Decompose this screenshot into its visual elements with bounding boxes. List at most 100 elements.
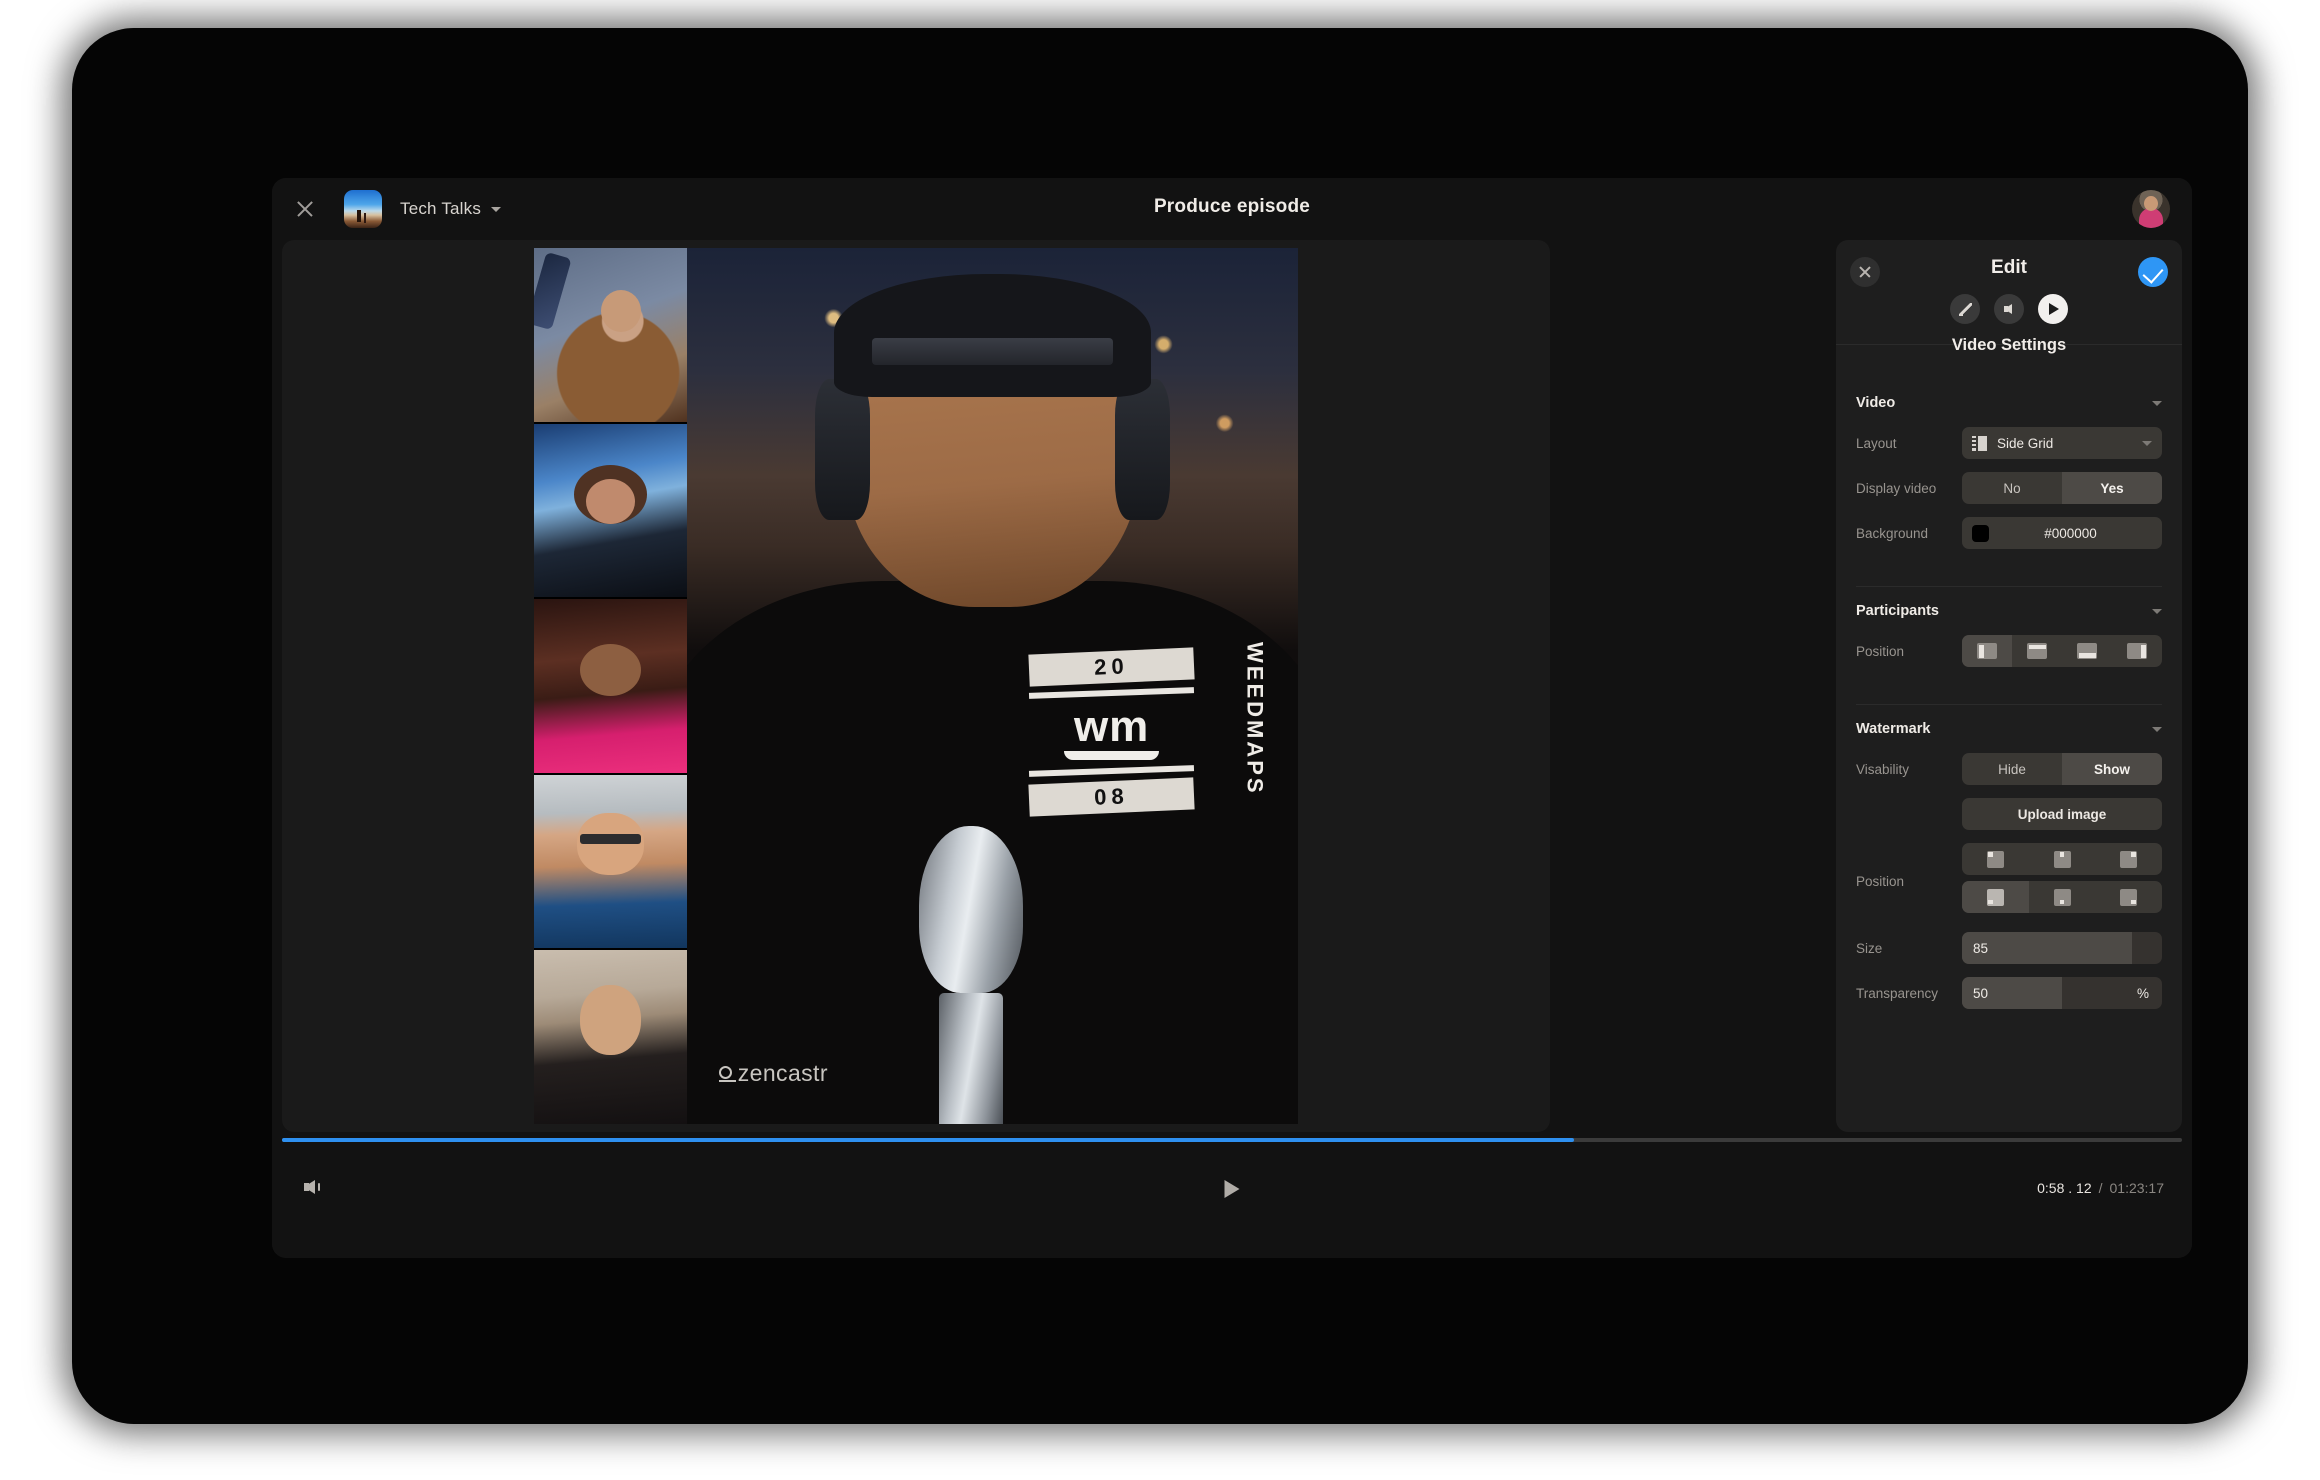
volume-icon[interactable] [304,1180,315,1194]
shirt-rule-top [1029,687,1194,699]
settings-subtitle: Video Settings [1836,336,2182,355]
size-slider[interactable]: 85 [1962,932,2162,964]
upload-image-button[interactable]: Upload image [1962,798,2162,830]
section-header-watermark[interactable]: Watermark [1856,721,2162,737]
participants-position-right[interactable] [2112,635,2162,667]
microphone [919,826,1023,1124]
shirt-graphic: 20 wm 08 [1029,651,1194,813]
watermark-position-bottom-center[interactable] [2029,881,2096,913]
layout-value: Side Grid [1997,436,2053,451]
field-label-background: Background [1856,526,1962,541]
layout-top-icon [2027,643,2047,659]
shirt-logo: wm [1029,705,1194,749]
participant-tile[interactable] [534,424,687,600]
main-speaker-tile[interactable]: 20 wm 08 WEEDMAPS zencastr [687,248,1298,1124]
participant-tile[interactable] [534,950,687,1124]
layout-right-icon [2127,643,2147,659]
watermark-position-row-top [1962,843,2162,875]
shirt-brand: WEEDMAPS [1241,642,1267,796]
play-button[interactable] [1225,1180,1240,1198]
edit-settings-panel: Edit Video Settings [1836,240,2182,1132]
corner-bottom-left-icon [1987,889,2004,906]
side-grid-icon [1972,436,1987,451]
display-video-option-yes[interactable]: Yes [2062,472,2162,504]
headphone-right [1115,379,1170,519]
layout-select[interactable]: Side Grid [1962,427,2162,459]
watermark-text: zencastr [738,1060,828,1087]
corner-top-center-icon [2054,851,2071,868]
field-label-display-video: Display video [1856,481,1962,496]
panel-header: Edit Video Settings [1836,240,2182,344]
mode-audio-button[interactable] [1994,294,2024,324]
size-value: 85 [1973,932,1988,964]
field-label-watermark-position: Position [1856,874,1962,889]
field-label-watermark-visibility: Visability [1856,762,1962,777]
watermark-position-top-left[interactable] [1962,843,2029,875]
display-video-option-no[interactable]: No [1962,472,2062,504]
microphone-head [919,826,1023,993]
transparency-value: 50 [1973,977,1988,1009]
chevron-down-icon [2152,609,2162,614]
panel-confirm-button[interactable] [2138,257,2168,287]
panel-divider [1856,586,2162,587]
transparency-slider[interactable]: 50 % [1962,977,2162,1009]
field-background: Background #000000 [1856,517,2162,549]
time-current: 0:58 . 12 [2037,1180,2092,1196]
play-icon [2049,303,2059,315]
participants-position-left[interactable] [1962,635,2012,667]
section-title-participants: Participants [1856,603,1939,619]
watermark-position-top-center[interactable] [2029,843,2096,875]
shirt-year-top: 20 [1029,647,1195,686]
corner-bottom-center-icon [2054,889,2071,906]
participants-position-top[interactable] [2012,635,2062,667]
color-swatch[interactable] [1972,525,1989,542]
field-watermark-position: Position [1856,843,2162,919]
section-header-video[interactable]: Video [1856,395,2162,411]
field-label-size: Size [1856,941,1962,956]
corner-top-left-icon [1987,851,2004,868]
watermark-visibility-show[interactable]: Show [2062,753,2162,785]
time-total: 01:23:17 [2110,1180,2165,1196]
display-video-toggle: No Yes [1962,472,2162,504]
device-frame: Tech Talks Produce episode [72,28,2248,1424]
video-canvas: 20 wm 08 WEEDMAPS zencastr [534,248,1298,1124]
participant-strip [534,248,687,1124]
video-preview-stage: 20 wm 08 WEEDMAPS zencastr [282,240,1550,1132]
mode-edit-button[interactable] [1950,294,1980,324]
field-display-video: Display video No Yes [1856,472,2162,504]
playback-bar: 0:58 . 12 / 01:23:17 [272,1132,2192,1258]
section-header-participants[interactable]: Participants [1856,603,2162,619]
avatar[interactable] [2132,190,2170,228]
participants-position-bottom[interactable] [2062,635,2112,667]
participant-tile[interactable] [534,248,687,424]
panel-title: Edit [1836,257,2182,279]
watermark-position-top-right[interactable] [2095,843,2162,875]
watermark-visibility-toggle: Hide Show [1962,753,2162,785]
watermark-visibility-hide[interactable]: Hide [1962,753,2062,785]
field-watermark-visibility: Visability Hide Show [1856,753,2162,785]
chevron-down-icon [2152,401,2162,406]
chevron-down-icon [2142,441,2152,446]
pencil-icon [1959,303,1972,316]
headphone-left [815,379,870,519]
section-title-watermark: Watermark [1856,721,1930,737]
progress-scrubber[interactable] [282,1138,2182,1142]
section-title-video: Video [1856,395,1895,411]
mode-button-group [1836,294,2182,324]
zencastr-watermark: zencastr [719,1060,828,1087]
page-title: Produce episode [272,196,2192,218]
chevron-down-icon [2152,727,2162,732]
participant-tile[interactable] [534,775,687,951]
participants-position-group [1962,635,2162,667]
field-label-layout: Layout [1856,436,1962,451]
watermark-position-bottom-left[interactable] [1962,881,2029,913]
participant-tile[interactable] [534,599,687,775]
field-participants-position: Position [1856,635,2162,667]
field-layout: Layout Side Grid [1856,427,2162,459]
transparency-unit: % [2137,977,2149,1009]
shirt-year-bottom: 08 [1029,777,1195,816]
watermark-position-bottom-right[interactable] [2095,881,2162,913]
background-color-field[interactable]: #000000 [1962,517,2162,549]
mode-video-button[interactable] [2038,294,2068,324]
shirt-rule-bottom [1029,765,1194,777]
